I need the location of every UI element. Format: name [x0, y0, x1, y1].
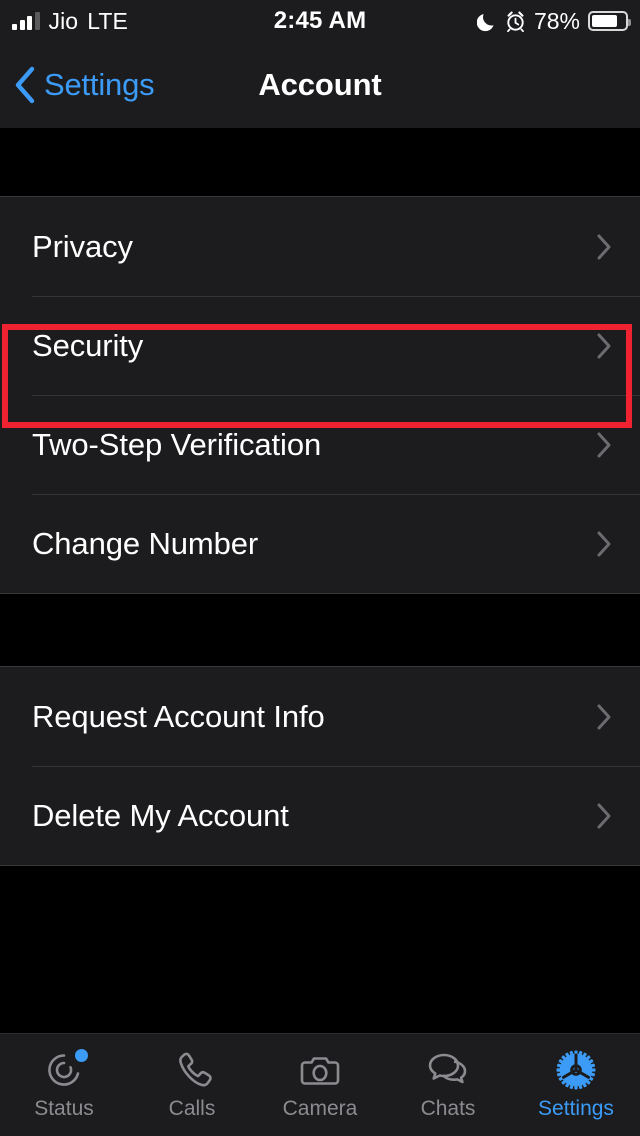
tab-calls[interactable]: Calls: [128, 1034, 256, 1136]
phone-screen: Jio LTE 2:45 AM 78% Settings Account Pri…: [0, 0, 640, 1136]
navigation-bar: Settings Account: [0, 42, 640, 128]
network-type: LTE: [87, 7, 128, 34]
status-bar: Jio LTE 2:45 AM 78%: [0, 0, 640, 42]
row-two-step-verification[interactable]: Two-Step Verification: [0, 395, 640, 494]
gear-icon: [550, 1046, 602, 1094]
row-label: Change Number: [32, 525, 259, 561]
chevron-right-icon: [596, 431, 612, 459]
chat-bubbles-icon: [422, 1046, 474, 1094]
tab-label: Camera: [282, 1097, 358, 1120]
status-bar-clock: 2:45 AM: [273, 7, 367, 34]
row-label: Request Account Info: [32, 698, 325, 734]
row-privacy[interactable]: Privacy: [0, 197, 640, 296]
status-bar-left: Jio LTE: [0, 8, 274, 35]
phone-icon: [166, 1046, 218, 1094]
row-request-account-info[interactable]: Request Account Info: [0, 667, 640, 766]
settings-group-data: Request Account Info Delete My Account: [0, 666, 640, 866]
tab-label: Status: [34, 1097, 94, 1120]
row-label: Security: [32, 327, 144, 363]
tab-bar: Status Calls Camera Chats Settings: [0, 1033, 640, 1136]
signal-strength-icon: [12, 12, 40, 30]
tab-chats[interactable]: Chats: [384, 1034, 512, 1136]
chevron-right-icon: [596, 332, 612, 360]
chevron-right-icon: [596, 703, 612, 731]
tab-label: Calls: [168, 1097, 216, 1120]
row-label: Privacy: [32, 228, 133, 264]
status-badge: [75, 1049, 88, 1062]
tab-label: Settings: [538, 1097, 614, 1120]
status-rings-icon: [38, 1046, 90, 1094]
row-label: Two-Step Verification: [32, 426, 322, 462]
battery-icon: [588, 11, 632, 31]
camera-icon: [294, 1046, 346, 1094]
tab-label: Chats: [420, 1097, 476, 1120]
chevron-right-icon: [596, 802, 612, 830]
status-bar-right: 78%: [366, 8, 640, 35]
tab-camera[interactable]: Camera: [256, 1034, 384, 1136]
row-delete-my-account[interactable]: Delete My Account: [0, 766, 640, 865]
settings-group-account: Privacy Security Two-Step Verification C…: [0, 196, 640, 594]
row-label: Delete My Account: [32, 797, 289, 833]
alarm-icon: [505, 10, 526, 32]
carrier-name: Jio: [48, 7, 79, 34]
battery-percent: 78%: [533, 7, 581, 34]
chevron-right-icon: [596, 233, 612, 261]
chevron-right-icon: [596, 530, 612, 558]
page-title: Account: [258, 67, 382, 102]
settings-list: Privacy Security Two-Step Verification C…: [0, 128, 640, 1034]
moon-icon: [476, 10, 497, 32]
status-bar-center: 2:45 AM: [274, 7, 367, 35]
tab-settings[interactable]: Settings: [512, 1034, 640, 1136]
row-security[interactable]: Security: [0, 296, 640, 395]
tab-status[interactable]: Status: [0, 1034, 128, 1136]
row-change-number[interactable]: Change Number: [0, 494, 640, 593]
